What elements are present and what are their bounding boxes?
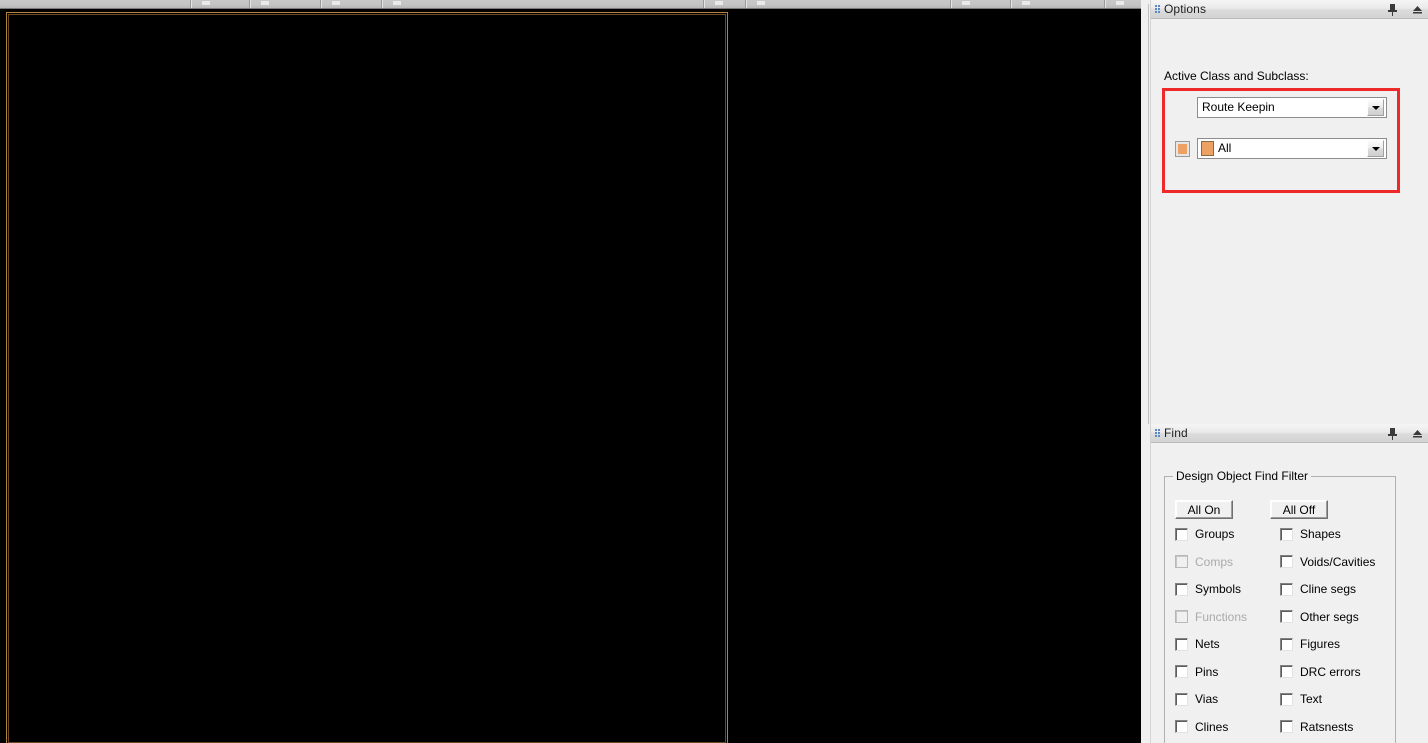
find-filter-row[interactable]: Symbols (1175, 580, 1241, 598)
find-filter-row[interactable]: DRC errors (1280, 663, 1361, 681)
checkbox[interactable] (1175, 665, 1188, 678)
toolbar-separator (190, 0, 192, 8)
find-filter-label: Voids/Cavities (1300, 554, 1376, 569)
find-filter-row[interactable]: Cline segs (1280, 580, 1356, 598)
find-filter-row[interactable]: Vias (1175, 690, 1218, 708)
checkbox[interactable] (1280, 692, 1293, 706)
route-keepin-outline-inner (8, 14, 726, 743)
checkbox[interactable] (1280, 555, 1293, 568)
checkbox[interactable] (1280, 665, 1293, 678)
find-filter-row[interactable]: Ratsnests (1280, 718, 1353, 736)
find-filter-row[interactable]: Figures (1280, 635, 1340, 653)
options-panel-title: Options (1164, 1, 1207, 16)
checkbox[interactable] (1175, 720, 1188, 733)
active-class-value: Route Keepin (1202, 100, 1275, 114)
find-filter-row[interactable]: Other segs (1280, 608, 1359, 626)
all-off-button[interactable]: All Off (1270, 500, 1328, 519)
toolbar-separator (320, 0, 322, 8)
find-filter-row[interactable]: Shapes (1280, 525, 1341, 543)
find-filter-label: Cline segs (1300, 582, 1357, 596)
toolbar-separator (249, 0, 251, 8)
toolbar-button[interactable] (1116, 1, 1124, 5)
chevron-up-icon[interactable] (1410, 426, 1425, 441)
find-filter-label: Other segs (1300, 609, 1359, 624)
find-filter-label: DRC errors (1300, 664, 1361, 679)
toolbar-separator (381, 0, 383, 8)
find-filter-row: Comps (1175, 553, 1233, 571)
active-class-label: Active Class and Subclass: (1164, 69, 1309, 83)
find-filter-label: Symbols (1195, 582, 1242, 596)
design-canvas[interactable] (0, 10, 1141, 743)
options-panel: Options Active Class and Subclass: Route… (1150, 0, 1428, 424)
active-class-combo[interactable]: Route Keepin (1197, 97, 1387, 118)
checkbox[interactable] (1175, 527, 1188, 541)
toolbar-button[interactable] (1022, 1, 1030, 5)
find-filter-label: Ratsnests (1300, 719, 1354, 734)
find-filter-label: Figures (1300, 637, 1341, 651)
active-subclass-combo[interactable]: All (1197, 138, 1387, 159)
find-panel-title: Find (1164, 425, 1188, 440)
find-filter-label: Vias (1195, 692, 1219, 706)
find-filter-row[interactable]: Pins (1175, 663, 1218, 681)
find-filter-label: Text (1300, 692, 1323, 706)
checkbox[interactable] (1280, 582, 1293, 596)
right-dock: Options Active Class and Subclass: Route… (1141, 0, 1428, 743)
find-filter-label: Clines (1195, 719, 1229, 734)
find-filter-row[interactable]: Text (1280, 690, 1322, 708)
design-object-find-filter-group: Design Object Find Filter All On All Off… (1164, 469, 1396, 743)
all-on-button[interactable]: All On (1175, 500, 1233, 519)
active-subclass-value: All (1218, 141, 1232, 155)
find-filter-row[interactable]: Nets (1175, 635, 1220, 653)
toolbar-separator (1104, 0, 1106, 8)
checkbox (1175, 610, 1188, 623)
checkbox[interactable] (1175, 637, 1188, 651)
subclass-inline-swatch (1201, 141, 1214, 156)
chevron-down-icon[interactable] (1367, 99, 1384, 116)
toolbar-button[interactable] (393, 1, 401, 5)
find-filter-legend: Design Object Find Filter (1173, 469, 1312, 483)
checkbox[interactable] (1280, 610, 1293, 623)
application-window: Options Active Class and Subclass: Route… (0, 0, 1428, 743)
pushpin-icon[interactable] (1385, 426, 1400, 441)
toolbar-button[interactable] (202, 1, 210, 5)
toolbar-separator (950, 0, 952, 8)
route-keepin-outline[interactable] (6, 12, 728, 743)
find-filter-label: Groups (1195, 527, 1235, 541)
find-panel: Find Design Object Find Filter All On Al… (1150, 424, 1428, 743)
find-filter-row: Functions (1175, 608, 1247, 626)
toolbar-button[interactable] (715, 1, 723, 5)
toolbar-separator (703, 0, 705, 8)
chevron-down-icon[interactable] (1367, 140, 1384, 157)
find-filter-label: Nets (1195, 637, 1220, 651)
pushpin-icon[interactable] (1385, 2, 1400, 17)
checkbox[interactable] (1175, 692, 1188, 706)
find-filter-row[interactable]: Groups (1175, 525, 1234, 543)
panel-grip-icon (1155, 428, 1161, 439)
find-filter-row[interactable]: Clines (1175, 718, 1228, 736)
find-filter-label: Pins (1195, 664, 1219, 679)
checkbox[interactable] (1280, 637, 1293, 651)
panel-grip-icon (1155, 4, 1161, 15)
toolbar-button[interactable] (332, 1, 340, 5)
dock-splitter[interactable] (1141, 0, 1150, 743)
toolbar-separator (745, 0, 747, 8)
options-panel-titlebar[interactable]: Options (1151, 0, 1428, 19)
toolbar-separator (1010, 0, 1012, 8)
subclass-color-swatch[interactable] (1175, 141, 1190, 157)
checkbox[interactable] (1280, 527, 1293, 541)
checkbox[interactable] (1280, 720, 1293, 733)
find-filter-label: Shapes (1300, 527, 1341, 541)
checkbox (1175, 555, 1188, 568)
find-filter-label: Comps (1195, 554, 1234, 569)
checkbox[interactable] (1175, 582, 1188, 596)
find-filter-row[interactable]: Voids/Cavities (1280, 553, 1375, 571)
find-panel-titlebar[interactable]: Find (1151, 424, 1428, 443)
toolbar-button[interactable] (757, 1, 765, 5)
toolbar-button[interactable] (962, 1, 970, 5)
find-filter-label: Functions (1195, 609, 1248, 624)
toolbar-button[interactable] (261, 1, 269, 5)
chevron-up-icon[interactable] (1410, 2, 1425, 17)
